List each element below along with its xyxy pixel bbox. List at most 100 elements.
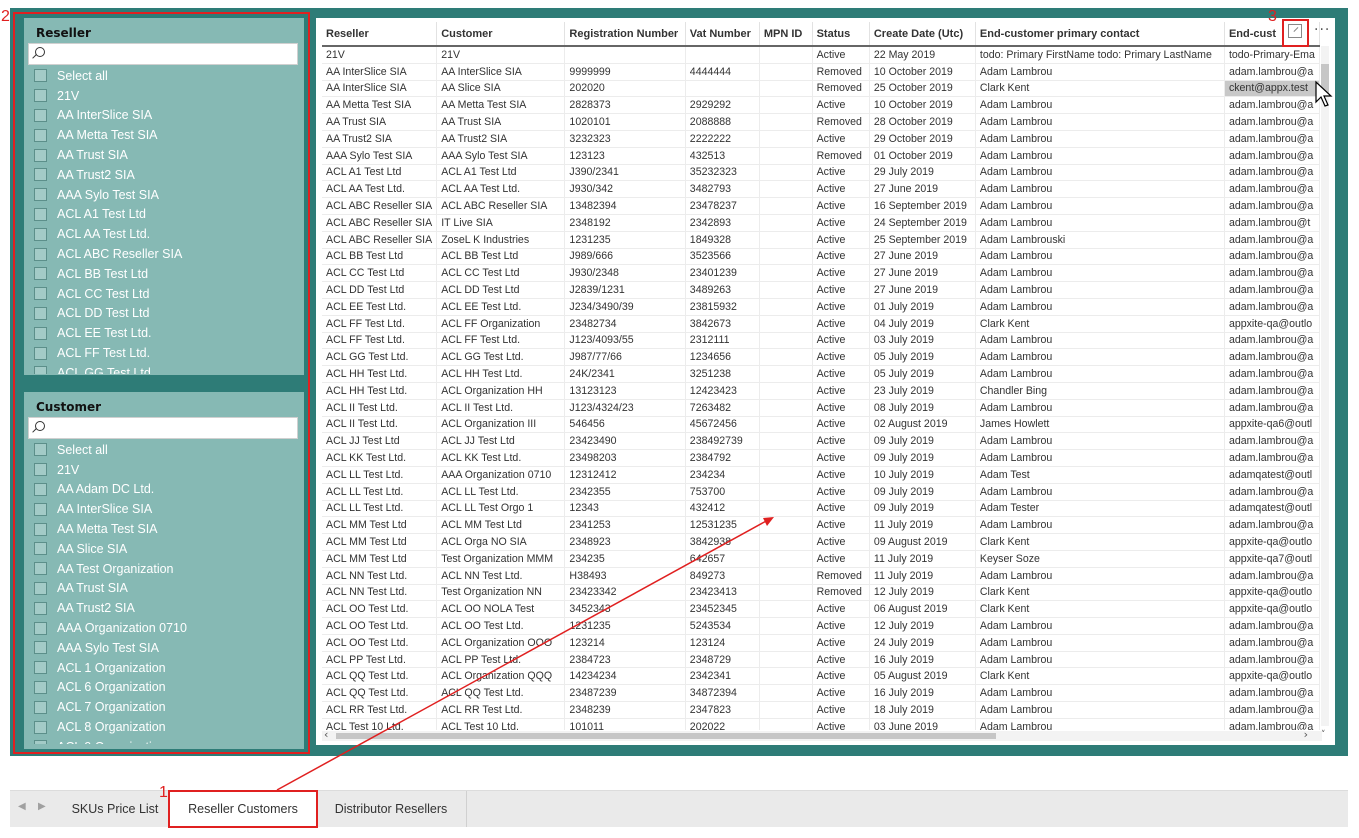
table-row[interactable]: ACL LL Test Ltd. ACL LL Test Ltd. 2342355 7… bbox=[322, 483, 1320, 501]
checkbox-icon[interactable] bbox=[34, 346, 47, 360]
scroll-left-arrow-icon[interactable]: ‹ bbox=[324, 728, 328, 741]
reseller-slicer-item[interactable]: AA Metta Test SIA bbox=[34, 125, 296, 145]
customer-search-input[interactable] bbox=[28, 417, 298, 439]
customer-slicer-item[interactable]: AA Metta Test SIA bbox=[34, 519, 296, 539]
column-header[interactable]: End-customer primary contact bbox=[975, 22, 1225, 47]
checkbox-icon[interactable] bbox=[34, 227, 47, 241]
checkbox-icon[interactable] bbox=[34, 601, 47, 615]
table-row[interactable]: ACL HH Test Ltd. ACL HH Test Ltd. 24K/2341… bbox=[322, 365, 1320, 383]
table-row[interactable]: 21V 21V Active 22 May 2019 todo: Primary Fir… bbox=[322, 46, 1320, 64]
table-row[interactable]: ACL BB Test Ltd ACL BB Test Ltd J989/666 35… bbox=[322, 248, 1320, 266]
table-row[interactable]: ACL ABC Reseller SIA ACL ABC Reseller SIA… bbox=[322, 197, 1320, 215]
vertical-scrollbar[interactable]: ˅ bbox=[1321, 46, 1329, 740]
table-row[interactable]: ACL II Test Ltd. ACL II Test Ltd. J123/432… bbox=[322, 399, 1320, 417]
checkbox-icon[interactable] bbox=[34, 148, 47, 162]
horizontal-scroll-thumb[interactable] bbox=[336, 733, 996, 739]
checkbox-icon[interactable] bbox=[34, 168, 47, 182]
table-row[interactable]: ACL HH Test Ltd. ACL Organization HH 13123… bbox=[322, 382, 1320, 400]
checkbox-icon[interactable] bbox=[34, 89, 47, 103]
checkbox-icon[interactable] bbox=[34, 366, 47, 374]
customer-slicer-item[interactable]: AA Trust SIA bbox=[34, 579, 296, 599]
tab-distributor-resellers[interactable]: Distributor Resellers bbox=[316, 791, 467, 827]
more-options-icon[interactable]: ··· bbox=[1314, 22, 1330, 38]
checkbox-icon[interactable] bbox=[34, 542, 47, 556]
table-row[interactable]: ACL Test 10 Ltd. ACL Test 10 Ltd. 101011 20… bbox=[322, 718, 1320, 730]
table-row[interactable]: ACL ABC Reseller SIA IT Live SIA 2348192 23… bbox=[322, 214, 1320, 232]
customer-slicer-item[interactable]: ACL 6 Organization bbox=[34, 678, 296, 698]
table-row[interactable]: AA Metta Test SIA AA Metta Test SIA 282837… bbox=[322, 96, 1320, 115]
checkbox-icon[interactable] bbox=[34, 69, 47, 83]
checkbox-icon[interactable] bbox=[34, 463, 47, 477]
tab-skus-price-list[interactable]: SKUs Price List bbox=[60, 791, 171, 827]
table-row[interactable]: ACL ABC Reseller SIA ZoseL K Industries 12… bbox=[322, 231, 1320, 249]
table-row[interactable]: ACL OO Test Ltd. ACL OO Test Ltd. 1231235 5… bbox=[322, 617, 1320, 635]
customer-slicer-item[interactable]: Select all bbox=[34, 440, 296, 460]
table-row[interactable]: AAA Sylo Test SIA AAA Sylo Test SIA 123123… bbox=[322, 147, 1320, 165]
checkbox-icon[interactable] bbox=[34, 108, 47, 122]
customer-slicer-item[interactable]: ACL 8 Organization bbox=[34, 717, 296, 737]
customer-slicer-item[interactable]: AA Slice SIA bbox=[34, 539, 296, 559]
table-row[interactable]: ACL DD Test Ltd ACL DD Test Ltd J2839/1231… bbox=[322, 281, 1320, 299]
table-row[interactable]: ACL QQ Test Ltd. ACL Organization QQQ 1423… bbox=[322, 667, 1320, 686]
tab-reseller-customers[interactable]: Reseller Customers bbox=[170, 791, 317, 827]
checkbox-icon[interactable] bbox=[34, 522, 47, 536]
reseller-slicer-item[interactable]: ACL CC Test Ltd bbox=[34, 284, 296, 304]
checkbox-icon[interactable] bbox=[34, 581, 47, 595]
reseller-slicer-item[interactable]: AA Trust SIA bbox=[34, 145, 296, 165]
customer-slicer-item[interactable]: 21V bbox=[34, 460, 296, 480]
customer-slicer-item[interactable]: AA Test Organization bbox=[34, 559, 296, 579]
reseller-slicer-item[interactable]: ACL ABC Reseller SIA bbox=[34, 244, 296, 264]
table-row[interactable]: ACL CC Test Ltd ACL CC Test Ltd J930/2348 2… bbox=[322, 264, 1320, 283]
focus-mode-icon[interactable] bbox=[1288, 24, 1302, 38]
table-row[interactable]: ACL AA Test Ltd. ACL AA Test Ltd. J930/342… bbox=[322, 180, 1320, 199]
table-row[interactable]: ACL RR Test Ltd. ACL RR Test Ltd. 2348239 2… bbox=[322, 701, 1320, 719]
customer-slicer-item[interactable]: AAA Organization 0710 bbox=[34, 618, 296, 638]
customer-slicer-item[interactable]: ACL 9 Organization bbox=[34, 737, 296, 744]
scroll-right-arrow-icon[interactable]: › bbox=[1304, 728, 1308, 741]
checkbox-icon[interactable] bbox=[34, 287, 47, 301]
checkbox-icon[interactable] bbox=[34, 740, 47, 744]
column-header[interactable]: Create Date (Utc) bbox=[869, 22, 976, 47]
column-header[interactable]: Reseller bbox=[322, 22, 438, 47]
checkbox-icon[interactable] bbox=[34, 128, 47, 142]
reseller-slicer-item[interactable]: ACL A1 Test Ltd bbox=[34, 205, 296, 225]
checkbox-icon[interactable] bbox=[34, 188, 47, 202]
reseller-slicer-item[interactable]: ACL GG Test Ltd bbox=[34, 363, 296, 374]
tab-next-icon[interactable]: ▶ bbox=[38, 801, 46, 812]
table-row[interactable]: ACL QQ Test Ltd. ACL QQ Test Ltd. 23487239… bbox=[322, 684, 1320, 703]
table-row[interactable]: ACL LL Test Ltd. AAA Organization 0710 123… bbox=[322, 466, 1320, 484]
reseller-slicer-item[interactable]: AA Trust2 SIA bbox=[34, 165, 296, 185]
checkbox-icon[interactable] bbox=[34, 720, 47, 734]
checkbox-icon[interactable] bbox=[34, 326, 47, 340]
checkbox-icon[interactable] bbox=[34, 443, 47, 457]
column-header[interactable]: MPN ID bbox=[759, 22, 813, 47]
table-row[interactable]: ACL MM Test Ltd ACL MM Test Ltd 2341253 125… bbox=[322, 516, 1320, 535]
checkbox-icon[interactable] bbox=[34, 207, 47, 221]
table-row[interactable]: AA Trust2 SIA AA Trust2 SIA 3232323 2222222… bbox=[322, 130, 1320, 148]
customer-slicer-item[interactable]: AA Trust2 SIA bbox=[34, 598, 296, 618]
table-row[interactable]: ACL EE Test Ltd. ACL EE Test Ltd. J234/349… bbox=[322, 298, 1320, 316]
table-row[interactable]: ACL FF Test Ltd. ACL FF Organization 23482… bbox=[322, 315, 1320, 333]
table-row[interactable]: ACL PP Test Ltd. ACL PP Test Ltd. 2384723 2… bbox=[322, 651, 1320, 669]
table-row[interactable]: ACL JJ Test Ltd ACL JJ Test Ltd 23423490 23… bbox=[322, 432, 1320, 451]
table-row[interactable]: ACL OO Test Ltd. ACL OO NOLA Test 3452343 2… bbox=[322, 600, 1320, 619]
table-scroll-area[interactable]: Reseller Customer Registration Number Vat N… bbox=[322, 22, 1320, 730]
table-row[interactable]: ACL A1 Test Ltd ACL A1 Test Ltd J390/2341 3… bbox=[322, 164, 1320, 182]
checkbox-icon[interactable] bbox=[34, 247, 47, 261]
checkbox-icon[interactable] bbox=[34, 661, 47, 675]
reseller-slicer-item[interactable]: AAA Sylo Test SIA bbox=[34, 185, 296, 205]
table-row[interactable]: ACL LL Test Ltd. ACL LL Test Orgo 1 12343 4… bbox=[322, 500, 1320, 518]
reseller-slicer-item[interactable]: ACL FF Test Ltd. bbox=[34, 343, 296, 363]
horizontal-scrollbar[interactable]: ‹ › bbox=[322, 728, 1322, 741]
customer-slicer-item[interactable]: AA Adam DC Ltd. bbox=[34, 480, 296, 500]
customer-slicer-item[interactable]: ACL 1 Organization bbox=[34, 658, 296, 678]
table-row[interactable]: ACL GG Test Ltd. ACL GG Test Ltd. J987/77/… bbox=[322, 348, 1320, 367]
customer-slicer-item[interactable]: ACL 7 Organization bbox=[34, 697, 296, 717]
checkbox-icon[interactable] bbox=[34, 502, 47, 516]
reseller-search-input[interactable] bbox=[28, 43, 298, 65]
reseller-slicer-item[interactable]: 21V bbox=[34, 86, 296, 106]
checkbox-icon[interactable] bbox=[34, 482, 47, 496]
customer-slicer-item[interactable]: AA InterSlice SIA bbox=[34, 499, 296, 519]
checkbox-icon[interactable] bbox=[34, 700, 47, 714]
checkbox-icon[interactable] bbox=[34, 562, 47, 576]
